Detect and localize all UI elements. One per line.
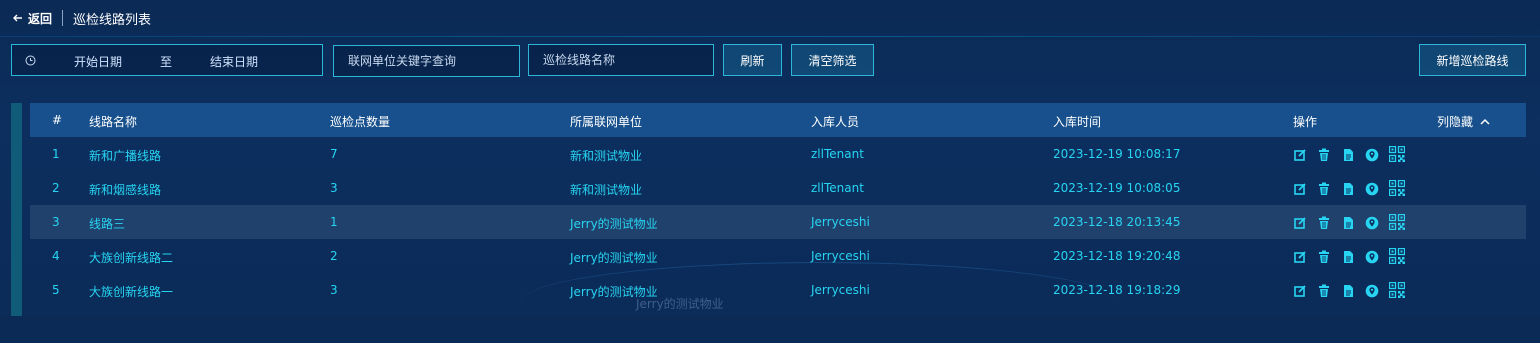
date-start-field[interactable]: 开始日期 [74, 53, 122, 70]
table-row[interactable]: 5 大族创新线路一 3 Jerry的测试物业 Jerryceshi 2023-1… [30, 273, 1526, 307]
back-button[interactable]: 返回 [12, 10, 52, 27]
row-route-name[interactable]: 新和广播线路 [89, 147, 161, 164]
row-route-name[interactable]: 新和烟感线路 [89, 181, 161, 198]
row-actions [1293, 180, 1415, 196]
document-icon[interactable] [1341, 284, 1355, 298]
trash-icon[interactable] [1317, 250, 1331, 264]
table-header: # 线路名称 巡检点数量 所属联网单位 入库人员 入库时间 操作 列隐藏 [30, 103, 1526, 137]
document-icon[interactable] [1341, 216, 1355, 230]
hide-columns-toggle[interactable]: 列隐藏 [1437, 113, 1491, 130]
top-bar: 返回 巡检线路列表 [0, 0, 1540, 36]
trash-icon[interactable] [1317, 216, 1331, 230]
edit-icon[interactable] [1293, 250, 1307, 264]
arrow-left-icon [13, 14, 22, 22]
location-pin-icon[interactable] [1365, 284, 1379, 298]
row-user: Jerryceshi [811, 215, 870, 229]
table-row[interactable]: 3 线路三 1 Jerry的测试物业 Jerryceshi 2023-12-18… [30, 205, 1526, 239]
column-header-user: 入库人员 [811, 115, 860, 129]
hide-columns-label: 列隐藏 [1437, 115, 1474, 129]
qr-code-icon[interactable] [1389, 214, 1405, 230]
row-user: Jerryceshi [811, 283, 870, 297]
qr-code-icon[interactable] [1389, 282, 1405, 298]
trash-icon[interactable] [1317, 148, 1331, 162]
clear-filters-button[interactable]: 清空筛选 [791, 44, 874, 76]
add-route-button[interactable]: 新增巡检路线 [1419, 44, 1526, 76]
column-header-unit: 所属联网单位 [570, 115, 643, 129]
date-end-field[interactable]: 结束日期 [210, 53, 258, 70]
column-header-actions: 操作 [1293, 115, 1318, 129]
header-separator [0, 36, 1540, 37]
table-row[interactable]: 1 新和广播线路 7 新和测试物业 zllTenant 2023-12-19 1… [30, 137, 1526, 171]
row-time: 2023-12-18 20:13:45 [1053, 215, 1181, 229]
row-user: Jerryceshi [811, 249, 870, 263]
row-index: 3 [52, 215, 60, 229]
edit-icon[interactable] [1293, 148, 1307, 162]
row-time: 2023-12-18 19:18:29 [1053, 283, 1181, 297]
row-route-name[interactable]: 大族创新线路一 [89, 283, 173, 300]
row-time: 2023-12-19 10:08:05 [1053, 181, 1181, 195]
date-range-picker[interactable]: 开始日期 至 结束日期 [11, 44, 323, 76]
qr-code-icon[interactable] [1389, 180, 1405, 196]
row-point-count: 3 [330, 181, 338, 195]
row-user: zllTenant [811, 181, 864, 195]
row-user: zllTenant [811, 147, 864, 161]
row-unit: Jerry的测试物业 [570, 251, 658, 265]
row-actions [1293, 146, 1415, 162]
row-actions [1293, 282, 1415, 298]
document-icon[interactable] [1341, 148, 1355, 162]
row-index: 5 [52, 283, 60, 297]
edit-icon[interactable] [1293, 182, 1307, 196]
edit-icon[interactable] [1293, 216, 1307, 230]
document-icon[interactable] [1341, 250, 1355, 264]
row-unit: 新和测试物业 [570, 149, 643, 163]
trash-icon[interactable] [1317, 284, 1331, 298]
header-divider [62, 10, 64, 26]
row-unit: Jerry的测试物业 [570, 217, 658, 231]
back-label: 返回 [28, 11, 53, 26]
row-time: 2023-12-19 10:08:17 [1053, 147, 1181, 161]
clock-icon [25, 55, 36, 66]
column-header-count: 巡检点数量 [330, 115, 391, 129]
route-table: # 线路名称 巡检点数量 所属联网单位 入库人员 入库时间 操作 列隐藏 1 新… [11, 103, 1526, 316]
qr-code-icon[interactable] [1389, 146, 1405, 162]
table-left-strip [11, 103, 22, 316]
table-row[interactable]: 4 大族创新线路二 2 Jerry的测试物业 Jerryceshi 2023-1… [30, 239, 1526, 273]
row-point-count: 1 [330, 215, 338, 229]
row-index: 1 [52, 147, 60, 161]
edit-icon[interactable] [1293, 284, 1307, 298]
column-header-time: 入库时间 [1053, 115, 1102, 129]
location-pin-icon[interactable] [1365, 250, 1379, 264]
row-unit: 新和测试物业 [570, 183, 643, 197]
unit-keyword-input[interactable] [333, 45, 520, 77]
chevron-up-icon [1480, 118, 1490, 125]
refresh-button[interactable]: 刷新 [723, 44, 782, 76]
row-time: 2023-12-18 19:20:48 [1053, 249, 1181, 263]
filter-bar: 开始日期 至 结束日期 刷新 清空筛选 新增巡检路线 [0, 44, 1540, 78]
qr-code-icon[interactable] [1389, 248, 1405, 264]
document-icon[interactable] [1341, 182, 1355, 196]
location-pin-icon[interactable] [1365, 148, 1379, 162]
row-index: 2 [52, 181, 60, 195]
route-name-input[interactable] [528, 44, 714, 76]
column-header-name: 线路名称 [89, 115, 138, 129]
column-header-index: # [52, 113, 63, 127]
row-actions [1293, 248, 1415, 264]
location-pin-icon[interactable] [1365, 182, 1379, 196]
row-index: 4 [52, 249, 60, 263]
row-point-count: 3 [330, 283, 338, 297]
row-route-name[interactable]: 大族创新线路二 [89, 249, 173, 266]
page-title: 巡检线路列表 [73, 12, 152, 28]
row-route-name[interactable]: 线路三 [89, 215, 125, 232]
table-row[interactable]: 2 新和烟感线路 3 新和测试物业 zllTenant 2023-12-19 1… [30, 171, 1526, 205]
row-point-count: 7 [330, 147, 338, 161]
row-unit: Jerry的测试物业 [570, 285, 658, 299]
location-pin-icon[interactable] [1365, 216, 1379, 230]
date-separator: 至 [160, 55, 173, 69]
row-point-count: 2 [330, 249, 338, 263]
trash-icon[interactable] [1317, 182, 1331, 196]
row-actions [1293, 214, 1415, 230]
